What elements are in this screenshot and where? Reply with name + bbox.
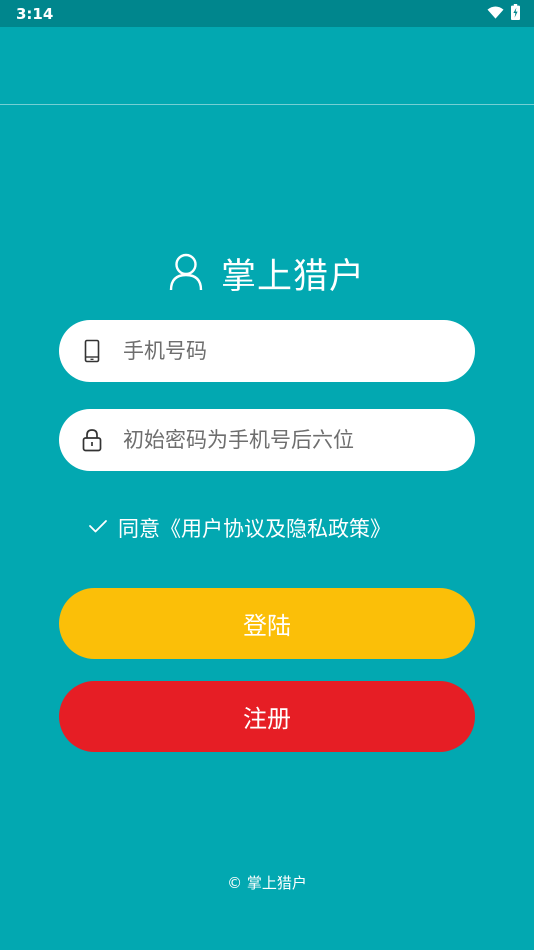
agreement-label[interactable]: 同意《用户协议及隐私政策》 (118, 513, 391, 543)
password-field[interactable] (59, 409, 475, 471)
status-icons (487, 3, 520, 24)
phone-icon (81, 339, 103, 363)
phone-input[interactable] (123, 339, 443, 363)
user-icon (169, 253, 203, 295)
status-bar: 3:14 (0, 0, 534, 27)
brand-header: 掌上猎户 (0, 248, 534, 299)
agreement-row[interactable]: 同意《用户协议及隐私政策》 (88, 513, 391, 543)
status-time: 3:14 (16, 4, 54, 23)
footer-copyright: © 掌上猎户 (227, 874, 307, 892)
lock-icon (81, 428, 103, 452)
wifi-icon (487, 4, 504, 23)
app-title: 掌上猎户 (220, 257, 365, 297)
password-input[interactable] (123, 428, 443, 452)
battery-charging-icon (511, 3, 520, 24)
check-icon[interactable] (88, 518, 108, 538)
login-button[interactable]: 登陆 (59, 588, 475, 659)
header-divider (0, 104, 534, 105)
register-button[interactable]: 注册 (59, 681, 475, 752)
phone-field[interactable] (59, 320, 475, 382)
